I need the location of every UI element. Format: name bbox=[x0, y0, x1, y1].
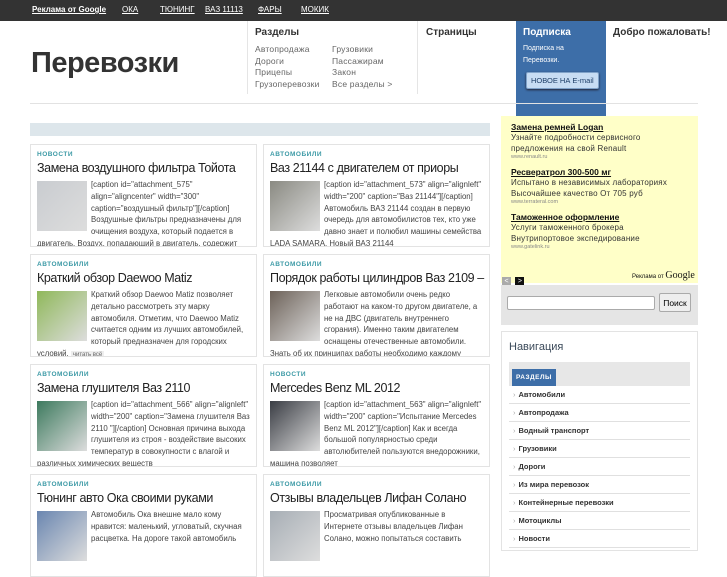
read-more-link[interactable]: читать всё bbox=[70, 350, 105, 356]
post-category[interactable]: НОВОСТИ bbox=[270, 371, 483, 378]
top-link-oka[interactable]: ОКА bbox=[122, 5, 138, 14]
post-card: АВТОМОБИЛИ Ваз 21144 с двигателем от при… bbox=[263, 144, 490, 247]
top-link-mokik[interactable]: МОКИК bbox=[301, 5, 329, 14]
post-card: НОВОСТИ Замена воздушного фильтра Тойота… bbox=[30, 144, 257, 247]
navigation-widget: Навигация РАЗДЕЛЫ АвтомобилиАвтопродажаВ… bbox=[501, 331, 698, 551]
header-sections: Разделы Автопродажа Грузовики Дороги Пас… bbox=[247, 21, 418, 94]
post-category[interactable]: АВТОМОБИЛИ bbox=[37, 371, 250, 378]
subscribe-title: Подписка bbox=[523, 27, 571, 38]
header-pages: Страницы bbox=[426, 21, 477, 94]
post-category[interactable]: АВТОМОБИЛИ bbox=[37, 261, 250, 268]
post-title[interactable]: Порядок работы цилиндров Ваз 2109 – bbox=[270, 271, 484, 285]
ad-title[interactable]: Ресвератрол 300-500 мг bbox=[511, 167, 688, 177]
subscribe-box: Подписка Подписка на Перевозки. НОВОЕ НА… bbox=[516, 21, 606, 121]
top-bar: Реклама от Google ОКА ТЮНИНГ ВАЗ 11113 Ф… bbox=[0, 0, 727, 21]
nav-item[interactable]: Контейнерные перевозки bbox=[509, 494, 690, 512]
post-card: НОВОСТИ Mercedes Benz ML 2012 [caption i… bbox=[263, 364, 490, 467]
section-link[interactable]: Закон bbox=[332, 67, 412, 77]
post-card: АВТОМОБИЛИ Тюнинг авто Ока своими руками… bbox=[30, 474, 257, 577]
nav-item[interactable]: Мотоциклы bbox=[509, 512, 690, 530]
post-title[interactable]: Замена воздушного фильтра Тойота bbox=[37, 161, 250, 175]
post-category[interactable]: АВТОМОБИЛИ bbox=[270, 261, 483, 268]
post-thumbnail[interactable] bbox=[270, 401, 320, 451]
post-card: АВТОМОБИЛИ Замена глушителя Ваз 2110 [ca… bbox=[30, 364, 257, 467]
top-link-fary[interactable]: ФАРЫ bbox=[258, 5, 282, 14]
ad-url[interactable]: www.terrateral.com bbox=[511, 199, 688, 205]
nav-item[interactable]: Автопродажа bbox=[509, 404, 690, 422]
ad-item: Таможенное оформление Услуги таможенного … bbox=[511, 212, 688, 250]
google-ads-block: Замена ремней Logan Узнайте подробности с… bbox=[501, 116, 698, 283]
post-title[interactable]: Тюнинг авто Ока своими руками bbox=[37, 491, 250, 505]
nav-item[interactable]: Грузовики bbox=[509, 440, 690, 458]
all-sections-link[interactable]: Все разделы > bbox=[332, 79, 412, 89]
post-card: АВТОМОБИЛИ Отзывы владельцев Лифан Солан… bbox=[263, 474, 490, 577]
post-thumbnail[interactable] bbox=[37, 291, 87, 341]
ad-text: Испытано в независимых лабораториях Высо… bbox=[511, 178, 668, 198]
post-category[interactable]: АВТОМОБИЛИ bbox=[270, 481, 483, 488]
search-box: Поиск bbox=[501, 285, 698, 325]
post-title[interactable]: Замена глушителя Ваз 2110 bbox=[37, 381, 250, 395]
content-bar bbox=[30, 123, 490, 136]
section-link[interactable]: Автопродажа bbox=[255, 44, 332, 54]
section-link[interactable]: Грузоперевозки bbox=[255, 79, 332, 89]
post-title[interactable]: Mercedes Benz ML 2012 bbox=[270, 381, 483, 395]
post-thumbnail[interactable] bbox=[37, 511, 87, 561]
section-link[interactable]: Прицепы bbox=[255, 67, 332, 77]
nav-item[interactable]: Автомобили bbox=[509, 386, 690, 404]
email-subscribe-button[interactable]: НОВОЕ НА E-mail bbox=[526, 72, 599, 89]
search-button[interactable]: Поиск bbox=[659, 293, 691, 312]
ads-by-google[interactable]: Реклама от Google bbox=[632, 270, 695, 281]
ad-title[interactable]: Таможенное оформление bbox=[511, 212, 688, 222]
post-title[interactable]: Ваз 21144 с двигателем от приоры bbox=[270, 161, 483, 175]
section-link[interactable]: Пассажирам bbox=[332, 56, 412, 66]
ad-url[interactable]: www.renault.ru bbox=[511, 154, 688, 160]
ads-by-label: Реклама от bbox=[632, 274, 664, 280]
navigation-title: Навигация bbox=[509, 341, 564, 353]
post-title[interactable]: Отзывы владельцев Лифан Солано bbox=[270, 491, 483, 505]
ad-text: Услуги таможенного брокера Внутрипортово… bbox=[511, 223, 640, 243]
pages-title: Страницы bbox=[426, 27, 477, 38]
site-logo[interactable]: Перевозки bbox=[31, 47, 179, 80]
top-link-tuning[interactable]: ТЮНИНГ bbox=[160, 5, 195, 14]
post-thumbnail[interactable] bbox=[270, 181, 320, 231]
post-category[interactable]: АВТОМОБИЛИ bbox=[37, 481, 250, 488]
sections-title: Разделы bbox=[255, 27, 299, 38]
subscribe-text: Подписка на Перевозки. bbox=[523, 45, 564, 64]
welcome-title: Добро пожаловать! bbox=[613, 27, 711, 38]
header-welcome: Добро пожаловать! bbox=[613, 21, 711, 94]
post-category[interactable]: АВТОМОБИЛИ bbox=[270, 151, 483, 158]
tab-sections[interactable]: РАЗДЕЛЫ bbox=[512, 369, 556, 386]
ad-text: Узнайте подробности сервисного предложен… bbox=[511, 133, 641, 153]
google-logo: Google bbox=[665, 270, 695, 281]
nav-item[interactable]: Новости bbox=[509, 530, 690, 548]
post-thumbnail[interactable] bbox=[37, 401, 87, 451]
section-link[interactable]: Дороги bbox=[255, 56, 332, 66]
post-excerpt: Автомобиль Ока внешне мало кому нравится… bbox=[91, 510, 242, 543]
ad-item: Ресвератрол 300-500 мг Испытано в независ… bbox=[511, 167, 688, 205]
nav-item[interactable]: Дороги bbox=[509, 458, 690, 476]
nav-item[interactable]: Водный транспорт bbox=[509, 422, 690, 440]
post-thumbnail[interactable] bbox=[270, 291, 320, 341]
post-thumbnail[interactable] bbox=[37, 181, 87, 231]
ad-item: Замена ремней Logan Узнайте подробности с… bbox=[511, 122, 688, 160]
post-card: АВТОМОБИЛИ Порядок работы цилиндров Ваз … bbox=[263, 254, 490, 357]
post-thumbnail[interactable] bbox=[270, 511, 320, 561]
section-link[interactable]: Грузовики bbox=[332, 44, 412, 54]
divider bbox=[30, 103, 698, 104]
nav-item[interactable]: Из мира перевозок bbox=[509, 476, 690, 494]
post-title[interactable]: Краткий обзор Daewoo Matiz bbox=[37, 271, 250, 285]
google-ads-link[interactable]: Реклама от Google bbox=[32, 5, 106, 14]
post-card: АВТОМОБИЛИ Краткий обзор Daewoo Matiz Кр… bbox=[30, 254, 257, 357]
post-category[interactable]: НОВОСТИ bbox=[37, 151, 250, 158]
ad-title[interactable]: Замена ремней Logan bbox=[511, 122, 688, 132]
ad-url[interactable]: www.gatelink.ru bbox=[511, 244, 688, 250]
search-input[interactable] bbox=[507, 296, 655, 310]
top-link-vaz[interactable]: ВАЗ 11113 bbox=[205, 5, 243, 14]
post-excerpt: Просматривая опубликованные в Интернете … bbox=[324, 510, 463, 543]
